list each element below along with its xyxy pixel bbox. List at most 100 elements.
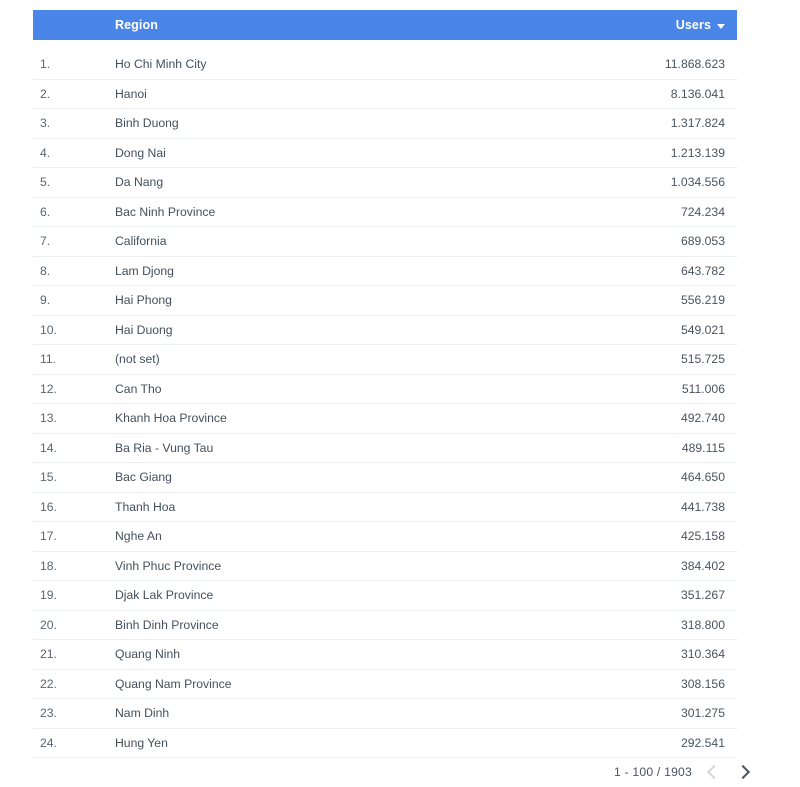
cell-rank: 14. — [40, 440, 57, 455]
cell-users: 8.136.041 — [670, 86, 725, 101]
table-row[interactable]: 19. Djak Lak Province 351.267 — [33, 581, 737, 611]
table-row[interactable]: 22. Quang Nam Province 308.156 — [33, 670, 737, 699]
cell-region[interactable]: Can Tho — [115, 382, 682, 396]
table-row[interactable]: 15. Bac Giang 464.650 — [33, 463, 737, 493]
cell-users: 643.782 — [680, 263, 725, 278]
cell-region[interactable]: Ba Ria - Vung Tau — [115, 441, 682, 455]
table-row[interactable]: 16. Thanh Hoa 441.738 — [33, 493, 737, 522]
cell-region[interactable]: Lam Djong — [115, 264, 681, 278]
cell-users: 425.158 — [680, 529, 725, 544]
cell-region[interactable]: Bac Giang — [115, 470, 681, 484]
cell-region[interactable]: California — [115, 234, 681, 248]
cell-region[interactable]: Quang Ninh — [115, 647, 681, 661]
cell-region[interactable]: Quang Nam Province — [115, 677, 681, 691]
cell-rank: 5. — [40, 175, 51, 190]
table-row[interactable]: 8. Lam Djong 643.782 — [33, 257, 737, 286]
cell-users: 689.053 — [680, 234, 725, 249]
cell-region[interactable]: Hai Phong — [115, 293, 681, 307]
cell-rank: 18. — [40, 558, 57, 573]
table-row[interactable]: 20. Binh Dinh Province 318.800 — [33, 611, 737, 640]
table-body-viewport[interactable]: 1. Ho Chi Minh City 11.868.623 2. Hanoi 8.136… — [33, 50, 737, 764]
table-row[interactable]: 2. Hanoi 8.136.041 — [33, 80, 737, 109]
cell-users: 492.740 — [680, 411, 725, 426]
cell-region[interactable]: Hai Duong — [115, 323, 681, 337]
table-row[interactable]: 18. Vinh Phuc Province 384.402 — [33, 552, 737, 581]
table-row[interactable]: 12. Can Tho 511.006 — [33, 375, 737, 404]
table-row[interactable]: 14. Ba Ria - Vung Tau 489.115 — [33, 434, 737, 463]
cell-rank: 16. — [40, 499, 57, 514]
cell-region[interactable]: Vinh Phuc Province — [115, 559, 681, 573]
caret-down-icon — [717, 23, 725, 29]
cell-users: 511.006 — [681, 381, 725, 396]
cell-rank: 19. — [40, 588, 57, 603]
chevron-left-icon[interactable] — [708, 764, 719, 780]
cell-rank: 21. — [40, 647, 57, 662]
pagination-control: 1 - 100 / 1903 — [614, 764, 748, 780]
cell-users: 724.234 — [680, 204, 725, 219]
cell-region[interactable]: Hung Yen — [115, 736, 681, 750]
cell-rank: 15. — [40, 470, 57, 485]
pagination-buttons — [708, 764, 748, 780]
cell-users: 489.115 — [681, 440, 725, 455]
table-body: 1. Ho Chi Minh City 11.868.623 2. Hanoi 8.136… — [33, 50, 737, 764]
table-row[interactable]: 23. Nam Dinh 301.275 — [33, 699, 737, 729]
pagination-range-label: 1 - 100 / 1903 — [613, 765, 692, 779]
table-header-row: Region Users — [33, 10, 737, 40]
cell-region[interactable]: (not set) — [115, 352, 681, 366]
table-row[interactable]: 17. Nghe An 425.158 — [33, 522, 737, 552]
cell-rank: 6. — [40, 204, 51, 219]
table-row[interactable]: 11. (not set) 515.725 — [33, 345, 737, 375]
chevron-right-icon[interactable] — [737, 764, 748, 780]
cell-rank: 12. — [40, 381, 57, 396]
cell-users: 11.868.623 — [664, 57, 725, 72]
cell-region[interactable]: Khanh Hoa Province — [115, 411, 681, 425]
cell-region[interactable]: Bac Ninh Province — [115, 205, 681, 219]
column-header-region[interactable]: Region — [115, 18, 676, 32]
table-row[interactable]: 7. California 689.053 — [33, 227, 737, 257]
region-users-report: Region Users 1. Ho Chi Minh City 11.868.62… — [0, 0, 800, 787]
cell-rank: 1. — [40, 57, 51, 72]
cell-users: 384.402 — [680, 558, 725, 573]
cell-rank: 3. — [40, 116, 51, 131]
cell-rank: 10. — [40, 322, 57, 337]
cell-region[interactable]: Nghe An — [115, 529, 681, 543]
cell-region[interactable]: Da Nang — [115, 175, 671, 189]
table-row[interactable]: 21. Quang Ninh 310.364 — [33, 640, 737, 670]
cell-region[interactable]: Ho Chi Minh City — [115, 57, 665, 71]
cell-rank: 7. — [40, 234, 51, 249]
cell-rank: 17. — [40, 529, 57, 544]
cell-users: 556.219 — [680, 293, 725, 308]
region-users-table: Region Users 1. Ho Chi Minh City 11.868.62… — [33, 10, 737, 758]
cell-users: 308.156 — [680, 676, 725, 691]
cell-region[interactable]: Binh Duong — [115, 116, 671, 130]
cell-region[interactable]: Nam Dinh — [115, 706, 681, 720]
cell-rank: 13. — [40, 411, 57, 426]
cell-users: 441.738 — [680, 499, 725, 514]
cell-users: 1.213.139 — [670, 145, 725, 160]
table-row[interactable]: 1. Ho Chi Minh City 11.868.623 — [33, 50, 737, 80]
cell-region[interactable]: Djak Lak Province — [115, 588, 681, 602]
cell-rank: 23. — [40, 706, 57, 721]
table-row[interactable]: 5. Da Nang 1.034.556 — [33, 168, 737, 198]
cell-rank: 8. — [40, 263, 51, 278]
cell-region[interactable]: Hanoi — [115, 87, 671, 101]
cell-users: 351.267 — [680, 588, 725, 603]
cell-rank: 4. — [40, 145, 51, 160]
cell-region[interactable]: Thanh Hoa — [115, 500, 681, 514]
table-row[interactable]: 4. Dong Nai 1.213.139 — [33, 139, 737, 168]
cell-rank: 9. — [40, 293, 51, 308]
cell-users: 464.650 — [680, 470, 725, 485]
column-header-users[interactable]: Users — [676, 18, 737, 32]
cell-users: 318.800 — [680, 617, 725, 632]
table-row[interactable]: 10. Hai Duong 549.021 — [33, 316, 737, 345]
table-row[interactable]: 24. Hung Yen 292.541 — [33, 729, 737, 758]
cell-users: 301.275 — [680, 706, 725, 721]
table-row[interactable]: 3. Binh Duong 1.317.824 — [33, 109, 737, 139]
cell-users: 515.725 — [680, 352, 725, 367]
table-row[interactable]: 9. Hai Phong 556.219 — [33, 286, 737, 316]
cell-region[interactable]: Binh Dinh Province — [115, 618, 681, 632]
cell-region[interactable]: Dong Nai — [115, 146, 671, 160]
table-row[interactable]: 6. Bac Ninh Province 724.234 — [33, 198, 737, 227]
table-row[interactable]: 13. Khanh Hoa Province 492.740 — [33, 404, 737, 434]
cell-rank: 2. — [40, 86, 51, 101]
